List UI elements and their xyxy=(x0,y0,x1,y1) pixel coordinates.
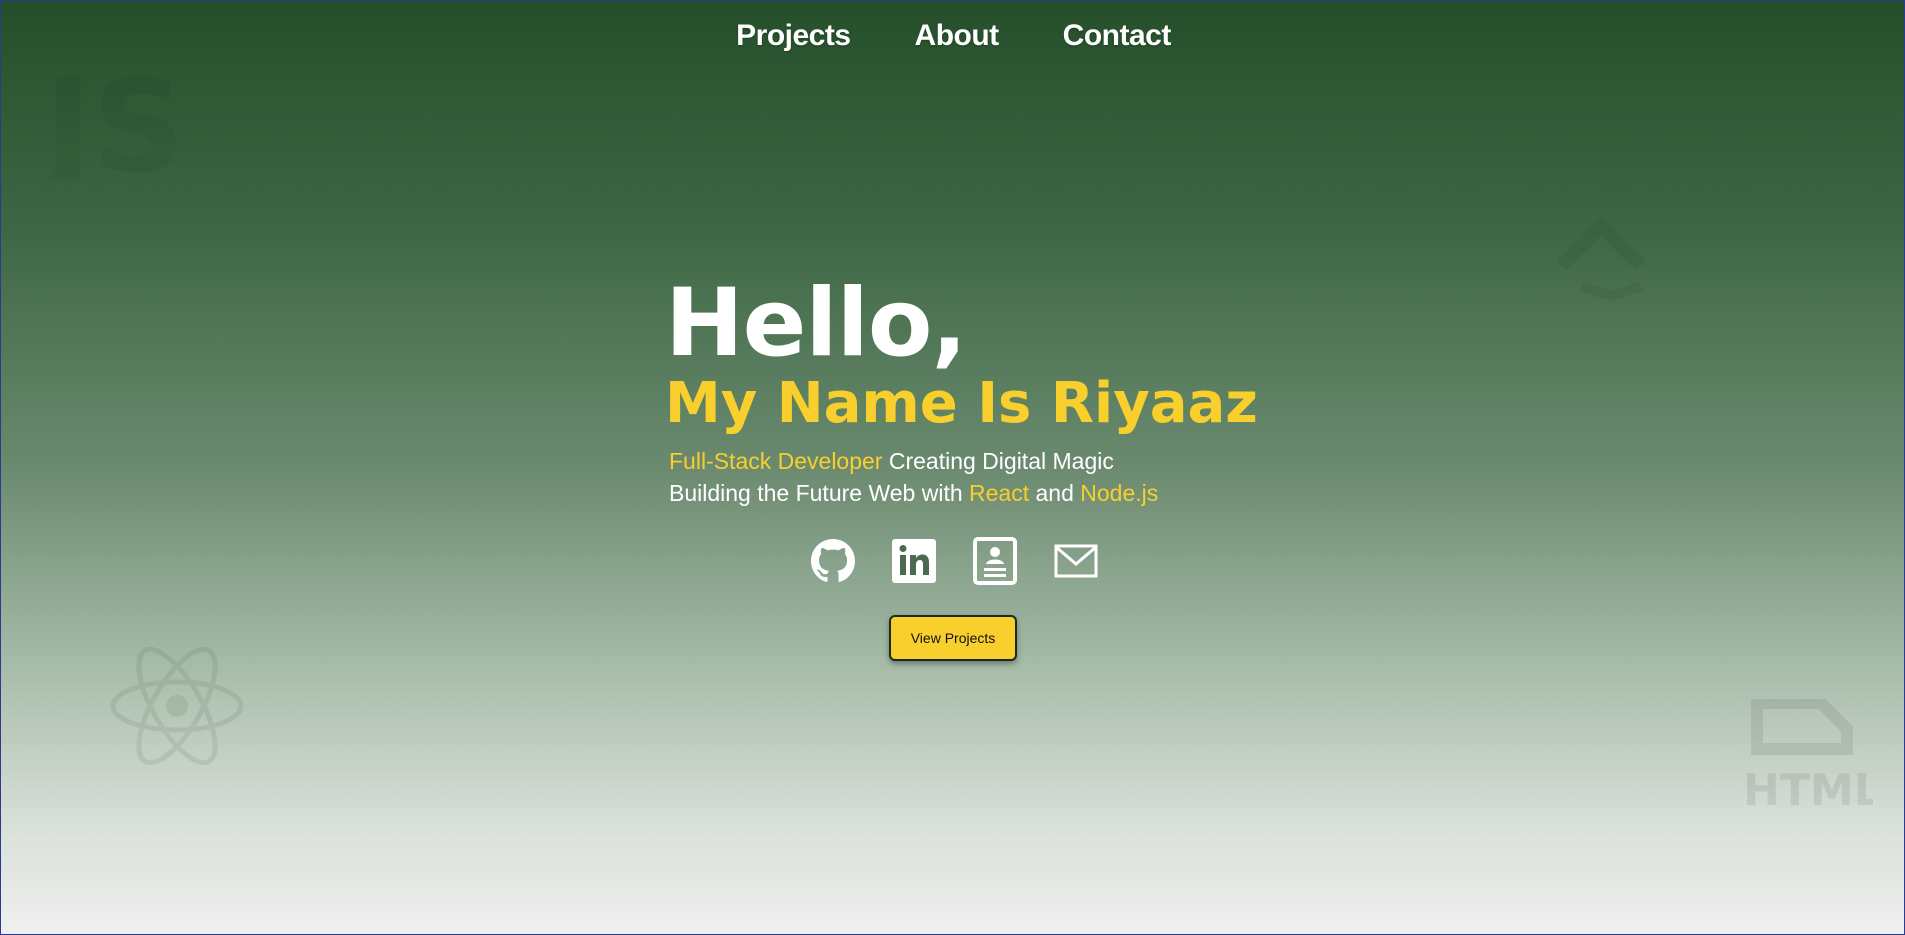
hero-section: Hello, My Name Is Riyaaz Full-Stack Deve… xyxy=(665,269,1258,509)
role-highlight: Full-Stack Developer xyxy=(669,448,883,474)
hero-greeting: Hello, xyxy=(665,269,967,378)
nav-about-link[interactable]: About xyxy=(915,19,1000,53)
nav-contact-link[interactable]: Contact xyxy=(1063,19,1172,53)
view-projects-button[interactable]: View Projects xyxy=(889,615,1017,661)
hero-name: My Name Is Riyaaz xyxy=(665,371,1258,436)
tech-react: React xyxy=(969,480,1030,506)
linkedin-link[interactable] xyxy=(890,537,938,585)
github-link[interactable] xyxy=(809,537,857,585)
react-logo xyxy=(109,641,245,776)
code-chevron xyxy=(1541,216,1661,311)
linkedin-icon xyxy=(892,539,936,583)
tech-node: Node.js xyxy=(1080,480,1159,506)
html-logo: HTML xyxy=(1743,697,1882,816)
resume-icon xyxy=(973,537,1017,585)
tagline-joiner: and xyxy=(1029,480,1081,506)
svg-text:JS: JS xyxy=(45,59,185,179)
hero-tagline-2: Building the Future Web with React and N… xyxy=(669,477,1258,509)
mail-icon xyxy=(1054,544,1098,578)
hero-tagline-1: Full-Stack Developer Creating Digital Ma… xyxy=(669,445,1258,477)
nav-projects-link[interactable]: Projects xyxy=(736,19,851,53)
svg-text:HTML: HTML xyxy=(1743,765,1873,809)
js-logo: JS xyxy=(37,53,195,202)
tagline-prefix: Building the Future Web with xyxy=(669,480,970,506)
social-links xyxy=(809,537,1133,585)
github-icon xyxy=(811,539,855,582)
resume-link[interactable] xyxy=(971,537,1019,585)
tagline-text: Creating Digital Magic xyxy=(882,448,1114,474)
email-link[interactable] xyxy=(1052,537,1100,585)
main-nav: Projects About Contact xyxy=(1,19,1905,53)
